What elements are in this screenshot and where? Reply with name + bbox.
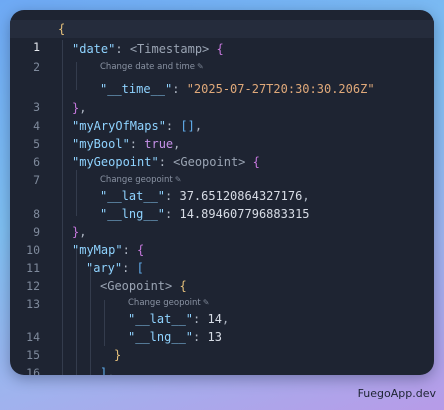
pencil-icon: ✎ [174, 175, 182, 184]
code-line-10[interactable]: 10 }, [10, 223, 434, 257]
code-line-2[interactable]: 2 "date": <Timestamp> { [10, 40, 434, 74]
code-line-17[interactable]: 17 ], [10, 364, 434, 375]
brand-watermark: FuegoApp.dev [357, 387, 436, 400]
open-brace: { [58, 22, 66, 36]
code-line-16[interactable]: 16 } [10, 346, 434, 375]
code-line-15[interactable]: 15 "__lng__": 13 [10, 328, 434, 362]
json-key: "__lat__" [100, 189, 166, 203]
change-date-time-link[interactable]: Change date and time ✎ [100, 60, 204, 74]
json-key: "__lng__" [128, 330, 194, 344]
change-geopoint-link[interactable]: Change geopoint ✎ [100, 173, 181, 187]
number-value: 13 [207, 330, 222, 344]
code-line-6[interactable]: 6 "myBool": true, [10, 135, 434, 169]
pencil-icon: ✎ [202, 298, 210, 307]
line-number: 2 [33, 60, 40, 74]
type-tag: <Geopoint> [173, 155, 246, 169]
json-editor[interactable]: 1 { 2 "date": <Timestamp> { Change date … [10, 10, 434, 375]
json-key: "date" [72, 42, 116, 56]
code-line-14[interactable]: 14 "__lat__": 14, [10, 310, 434, 344]
json-key: "myAryOfMaps" [72, 119, 166, 133]
boolean-value: true [144, 137, 174, 151]
code-line-7[interactable]: 7 "myGeopoint": <Geopoint> { [10, 153, 434, 187]
code-line-4[interactable]: 4 }, [10, 99, 434, 133]
number-value: 37.65120864327176 [179, 189, 303, 203]
string-value: "2025-07-27T20:30:30.206Z" [186, 82, 375, 96]
json-key: "ary" [86, 261, 123, 275]
json-key: "__time__" [100, 82, 173, 96]
number-value: 14 [207, 312, 222, 326]
change-nested-geopoint-link[interactable]: Change geopoint ✎ [128, 296, 209, 310]
number-value: 14.894607796883315 [179, 207, 310, 221]
json-key: "myBool" [72, 137, 130, 151]
code-line-11[interactable]: 11 "myMap": { [10, 241, 434, 275]
empty-array: [] [180, 119, 195, 133]
pencil-icon: ✎ [197, 62, 204, 71]
json-key: "myGeopoint" [72, 155, 159, 169]
json-key: "__lng__" [100, 207, 166, 221]
code-line-9[interactable]: 9 "__lng__": 14.894607796883315 [10, 205, 434, 239]
code-line-12[interactable]: 12 "ary": [ [10, 259, 434, 293]
code-line-5[interactable]: 5 "myAryOfMaps": [], [10, 117, 434, 151]
json-key: "myMap" [72, 243, 123, 257]
code-line-13[interactable]: 13 <Geopoint> { [10, 277, 434, 311]
type-tag: <Geopoint> [100, 279, 173, 293]
code-line-8[interactable]: 8 "__lat__": 37.65120864327176, [10, 187, 434, 221]
json-key: "__lat__" [128, 312, 194, 326]
code-line-3[interactable]: 3 "__time__": "2025-07-27T20:30:30.206Z" [10, 80, 434, 114]
code-line-1[interactable]: 1 { [10, 20, 434, 54]
type-tag: <Timestamp> [129, 42, 210, 56]
